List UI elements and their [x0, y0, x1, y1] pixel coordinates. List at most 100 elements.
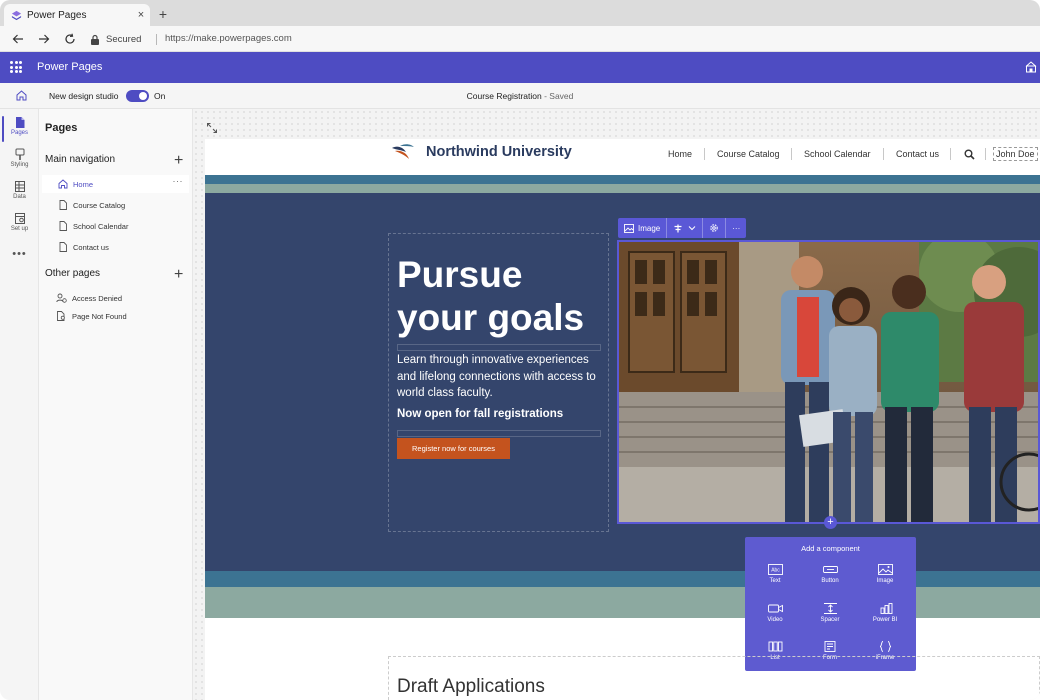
- pages-panel: Pages Main navigation + Home ··· Course …: [39, 109, 193, 700]
- site-user-menu[interactable]: John Doe: [993, 147, 1038, 161]
- new-tab-button[interactable]: +: [154, 4, 172, 24]
- other-pages-heading: Other pages: [45, 268, 101, 279]
- alignment-dropdown[interactable]: [667, 218, 704, 238]
- page-item-course-catalog[interactable]: Course Catalog: [42, 196, 189, 214]
- nav-separator: [950, 148, 951, 160]
- page-label: Home: [73, 179, 94, 189]
- lock-icon: [91, 34, 99, 45]
- page-item-home[interactable]: Home ···: [42, 175, 189, 193]
- pages-panel-title: Pages: [45, 122, 78, 134]
- back-icon[interactable]: [9, 30, 27, 48]
- students-photo: [619, 242, 1038, 522]
- browser-tab[interactable]: Power Pages ×: [4, 4, 150, 26]
- page-label: Course Catalog: [73, 200, 126, 210]
- component-power-bi[interactable]: Power BI: [858, 603, 912, 623]
- address-bar: Secured https://make.powerpages.com: [0, 26, 1040, 52]
- app-name: Power Pages: [37, 61, 103, 73]
- nav-separator: [791, 148, 792, 160]
- more-icon[interactable]: •••: [0, 248, 39, 260]
- data-icon: [14, 181, 25, 192]
- draft-applications-title[interactable]: Draft Applications: [397, 676, 545, 698]
- page-item-access-denied[interactable]: Access Denied: [42, 289, 189, 307]
- security-indicator[interactable]: Secured: [90, 30, 141, 48]
- form-icon: [824, 641, 835, 652]
- add-component-title: Add a component: [801, 544, 860, 553]
- app-launcher-icon[interactable]: [10, 61, 22, 73]
- image-label: Image: [638, 223, 661, 233]
- secured-label: Secured: [106, 33, 142, 45]
- component-text[interactable]: Abc Text: [748, 564, 802, 584]
- add-component-panel: Add a component Abc Text Button Image Vi…: [745, 537, 916, 671]
- add-other-page-button[interactable]: +: [174, 267, 183, 283]
- add-main-nav-page-button[interactable]: +: [174, 153, 183, 169]
- component-label: Power BI: [872, 617, 898, 623]
- page-item-contact-us[interactable]: Contact us: [42, 238, 189, 256]
- image-more-button[interactable]: ···: [726, 218, 746, 238]
- site-brand[interactable]: Northwind University: [426, 144, 572, 160]
- tab-strip: Power Pages × +: [0, 0, 1040, 26]
- rail-item-styling[interactable]: Styling: [0, 144, 39, 176]
- add-component-button[interactable]: +: [824, 516, 837, 529]
- component-label: Video: [767, 617, 783, 623]
- page-icon: [59, 200, 67, 210]
- iframe-icon: [879, 641, 891, 652]
- hero-title[interactable]: Pursue your goals: [397, 253, 609, 339]
- site-nav-school-calendar[interactable]: School Calendar: [804, 149, 871, 159]
- pages-icon: [15, 117, 24, 128]
- rail-item-data[interactable]: Data: [0, 176, 39, 208]
- page-icon: [59, 221, 67, 231]
- save-status: - Saved: [541, 91, 574, 101]
- image-edit-button[interactable]: Image: [618, 218, 668, 238]
- spacer-icon: [823, 603, 837, 614]
- image-icon: [877, 564, 893, 575]
- page-icon: [59, 242, 67, 252]
- address-separator: [156, 34, 157, 45]
- close-tab-icon[interactable]: ×: [132, 9, 150, 21]
- rail-item-setup[interactable]: Set up: [0, 208, 39, 240]
- home-page-icon: [58, 179, 68, 189]
- document-name: Course Registration: [466, 91, 542, 101]
- environment-icon[interactable]: [1025, 61, 1037, 73]
- component-label: Button: [821, 578, 839, 584]
- image-settings-button[interactable]: [703, 218, 727, 238]
- rail-item-pages[interactable]: Pages: [0, 112, 39, 144]
- register-button[interactable]: Register now for courses: [397, 438, 510, 459]
- page-label: Page Not Found: [72, 311, 127, 321]
- page-search-icon: [57, 311, 65, 321]
- page-item-page-not-found[interactable]: Page Not Found: [42, 307, 189, 325]
- rail-label: Pages: [10, 130, 28, 136]
- component-image[interactable]: Image: [858, 564, 912, 584]
- browser-window: Power Pages × + Secured https://make.pow…: [0, 0, 1040, 700]
- site-nav-contact-us[interactable]: Contact us: [896, 149, 939, 159]
- video-icon: [767, 604, 783, 613]
- main-navigation-heading: Main navigation: [45, 154, 116, 165]
- expand-icon[interactable]: [206, 122, 218, 134]
- hero-image[interactable]: [617, 240, 1040, 524]
- site-preview: Northwind University Home Course Catalog…: [205, 139, 1040, 700]
- text-placeholder: [397, 344, 601, 351]
- component-button[interactable]: Button: [803, 564, 857, 584]
- component-label: Text: [769, 578, 781, 584]
- site-nav-course-catalog[interactable]: Course Catalog: [717, 149, 780, 159]
- page-more-icon[interactable]: ···: [173, 176, 184, 186]
- chevron-down-icon: [688, 226, 696, 231]
- site-nav-home[interactable]: Home: [668, 149, 692, 159]
- hero-announcement[interactable]: Now open for fall registrations: [397, 408, 609, 420]
- text-icon: Abc: [767, 564, 783, 575]
- hero-body[interactable]: Learn through innovative experiences and…: [397, 352, 609, 402]
- page-item-school-calendar[interactable]: School Calendar: [42, 217, 189, 235]
- document-status: Course Registration - Saved: [0, 91, 1040, 101]
- align-icon: [674, 224, 682, 232]
- refresh-icon[interactable]: [61, 30, 79, 48]
- nav-separator: [985, 148, 986, 160]
- forward-icon[interactable]: [35, 30, 53, 48]
- site-search-icon[interactable]: [964, 149, 975, 160]
- component-spacer[interactable]: Spacer: [803, 603, 857, 623]
- university-logo-icon: [392, 144, 414, 159]
- url-field[interactable]: https://make.powerpages.com: [165, 33, 292, 44]
- styling-icon: [15, 148, 24, 160]
- nav-separator: [704, 148, 705, 160]
- component-video[interactable]: Video: [748, 603, 802, 623]
- button-icon: [822, 566, 838, 573]
- list-icon: [768, 641, 782, 652]
